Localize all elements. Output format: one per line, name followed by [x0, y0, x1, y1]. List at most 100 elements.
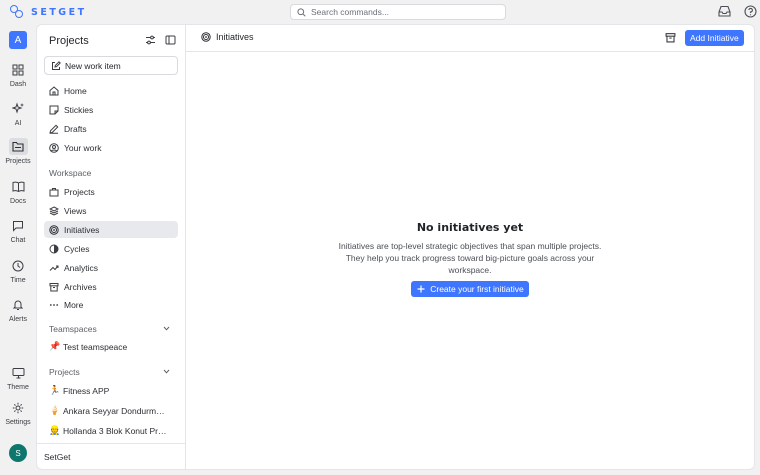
clock-icon [12, 260, 24, 271]
app-rail: A Dash AI Projects Docs Chat Time Alerts… [0, 24, 36, 475]
section-label: Teamspaces [49, 324, 97, 334]
new-work-item-button[interactable]: New work item [44, 56, 178, 75]
archive-icon [49, 282, 59, 291]
rail-item-alerts[interactable]: Alerts [0, 296, 36, 323]
rail-label: Settings [5, 419, 31, 426]
project-label: Fitness APP [63, 385, 110, 396]
rail-item-docs[interactable]: Docs [0, 178, 36, 205]
project-label: Ankara Seyyar Dondurm… [63, 405, 165, 416]
project-item[interactable]: 🍦 Ankara Seyyar Dondurm… [44, 402, 178, 419]
nav-initiatives[interactable]: Initiatives [44, 221, 178, 238]
cycle-icon [49, 244, 59, 253]
projects-sidebar: Projects New work item Home Stickies Dra… [36, 24, 186, 470]
nav-home[interactable]: Home [44, 82, 178, 99]
teamspace-item[interactable]: 📌 Test teamspeace [44, 338, 178, 355]
help-icon[interactable] [744, 5, 757, 18]
project-item[interactable]: 🏃 Fitness APP [44, 382, 178, 399]
main-panel: Initiatives Add Initiative No initiative… [185, 24, 755, 470]
gear-icon [12, 402, 24, 413]
new-work-item-label: New work item [65, 60, 121, 71]
add-initiative-button[interactable]: Add Initiative [685, 30, 744, 46]
ellipsis-icon [49, 303, 59, 306]
layers-icon [49, 205, 59, 216]
top-bar: SETGET Search commands... [0, 0, 760, 24]
empty-state-description: Initiatives are top-level strategic obje… [338, 241, 602, 275]
nav-cycles[interactable]: Cycles [44, 240, 178, 257]
sidebar-title: Projects [49, 35, 89, 47]
nav-views[interactable]: Views [44, 202, 178, 219]
user-circle-icon [49, 142, 59, 153]
filter-sliders-icon[interactable] [145, 35, 156, 45]
plus-icon [417, 285, 425, 293]
project-item[interactable]: 👷 Hollanda 3 Blok Konut Pr… [44, 422, 178, 439]
nav-analytics[interactable]: Analytics [44, 259, 178, 276]
brand-name: SETGET [31, 7, 87, 18]
teamspace-label: Test teamspeace [63, 341, 128, 352]
workspace-avatar[interactable]: A [9, 31, 27, 49]
rail-label: Chat [10, 237, 26, 244]
rail-item-ai[interactable]: AI [0, 100, 36, 127]
chevron-down-icon[interactable] [163, 369, 170, 374]
construction-worker-icon: 👷 [49, 425, 61, 436]
nav-label: Views [64, 205, 87, 216]
home-icon [49, 85, 59, 95]
rail-label: Projects [5, 158, 31, 165]
trend-icon [49, 265, 59, 271]
nav-label: Cycles [64, 243, 90, 254]
rail-label: Theme [7, 384, 29, 391]
pencil-icon [49, 124, 59, 134]
nav-drafts[interactable]: Drafts [44, 120, 178, 137]
nav-label: Your work [64, 142, 102, 153]
search-placeholder: Search commands... [311, 7, 389, 17]
monitor-icon [12, 367, 24, 378]
rail-item-theme[interactable]: Theme [0, 364, 36, 391]
dashboard-icon [12, 64, 24, 75]
nav-projects[interactable]: Projects [44, 183, 178, 200]
rail-item-projects[interactable]: Projects [0, 138, 36, 165]
breadcrumb-label: Initiatives [216, 32, 254, 42]
sidebar-toggle-icon[interactable] [165, 35, 176, 45]
rail-label: Docs [10, 198, 26, 205]
archive-icon[interactable] [665, 32, 676, 43]
nav-more[interactable]: More [44, 296, 178, 313]
brand-logo[interactable]: SETGET [10, 5, 87, 20]
nav-archives[interactable]: Archives [44, 278, 178, 295]
workspace-footer[interactable]: SetGet [44, 452, 70, 462]
inbox-icon[interactable] [718, 5, 731, 17]
command-search[interactable]: Search commands... [290, 4, 506, 20]
pin-icon: 📌 [49, 341, 61, 352]
project-label: Hollanda 3 Blok Konut Pr… [63, 425, 167, 436]
nav-label: More [64, 299, 84, 310]
section-label: Projects [49, 367, 80, 377]
ice-cream-icon: 🍦 [49, 405, 61, 416]
rail-item-chat[interactable]: Chat [0, 217, 36, 244]
briefcase-icon [49, 187, 59, 196]
breadcrumb[interactable]: Initiatives [201, 32, 254, 42]
search-icon [297, 7, 306, 17]
bell-icon [12, 300, 24, 310]
rail-item-dash[interactable]: Dash [0, 61, 36, 88]
nav-label: Projects [64, 186, 95, 197]
nav-label: Home [64, 85, 87, 96]
folder-icon [12, 141, 24, 152]
target-icon [49, 224, 59, 235]
nav-label: Archives [64, 281, 97, 292]
edit-square-icon [52, 60, 61, 70]
create-initiative-button[interactable]: Create your first initiative [411, 281, 529, 297]
rail-label: Dash [9, 81, 27, 88]
sidebar-header-actions [145, 35, 176, 45]
nav-label: Drafts [64, 123, 87, 134]
rail-label: Alerts [9, 316, 27, 323]
empty-state: No initiatives yet Initiatives are top-l… [186, 221, 754, 297]
top-actions [718, 5, 757, 18]
section-projects[interactable]: Projects [49, 367, 174, 377]
chevron-down-icon[interactable] [163, 326, 170, 331]
nav-stickies[interactable]: Stickies [44, 101, 178, 118]
sidebar-divider [37, 443, 186, 444]
user-avatar[interactable]: S [9, 444, 27, 462]
rail-label: Time [10, 277, 26, 284]
rail-item-settings[interactable]: Settings [0, 399, 36, 426]
rail-item-time[interactable]: Time [0, 257, 36, 284]
section-teamspaces[interactable]: Teamspaces [49, 324, 174, 334]
nav-your-work[interactable]: Your work [44, 139, 178, 156]
